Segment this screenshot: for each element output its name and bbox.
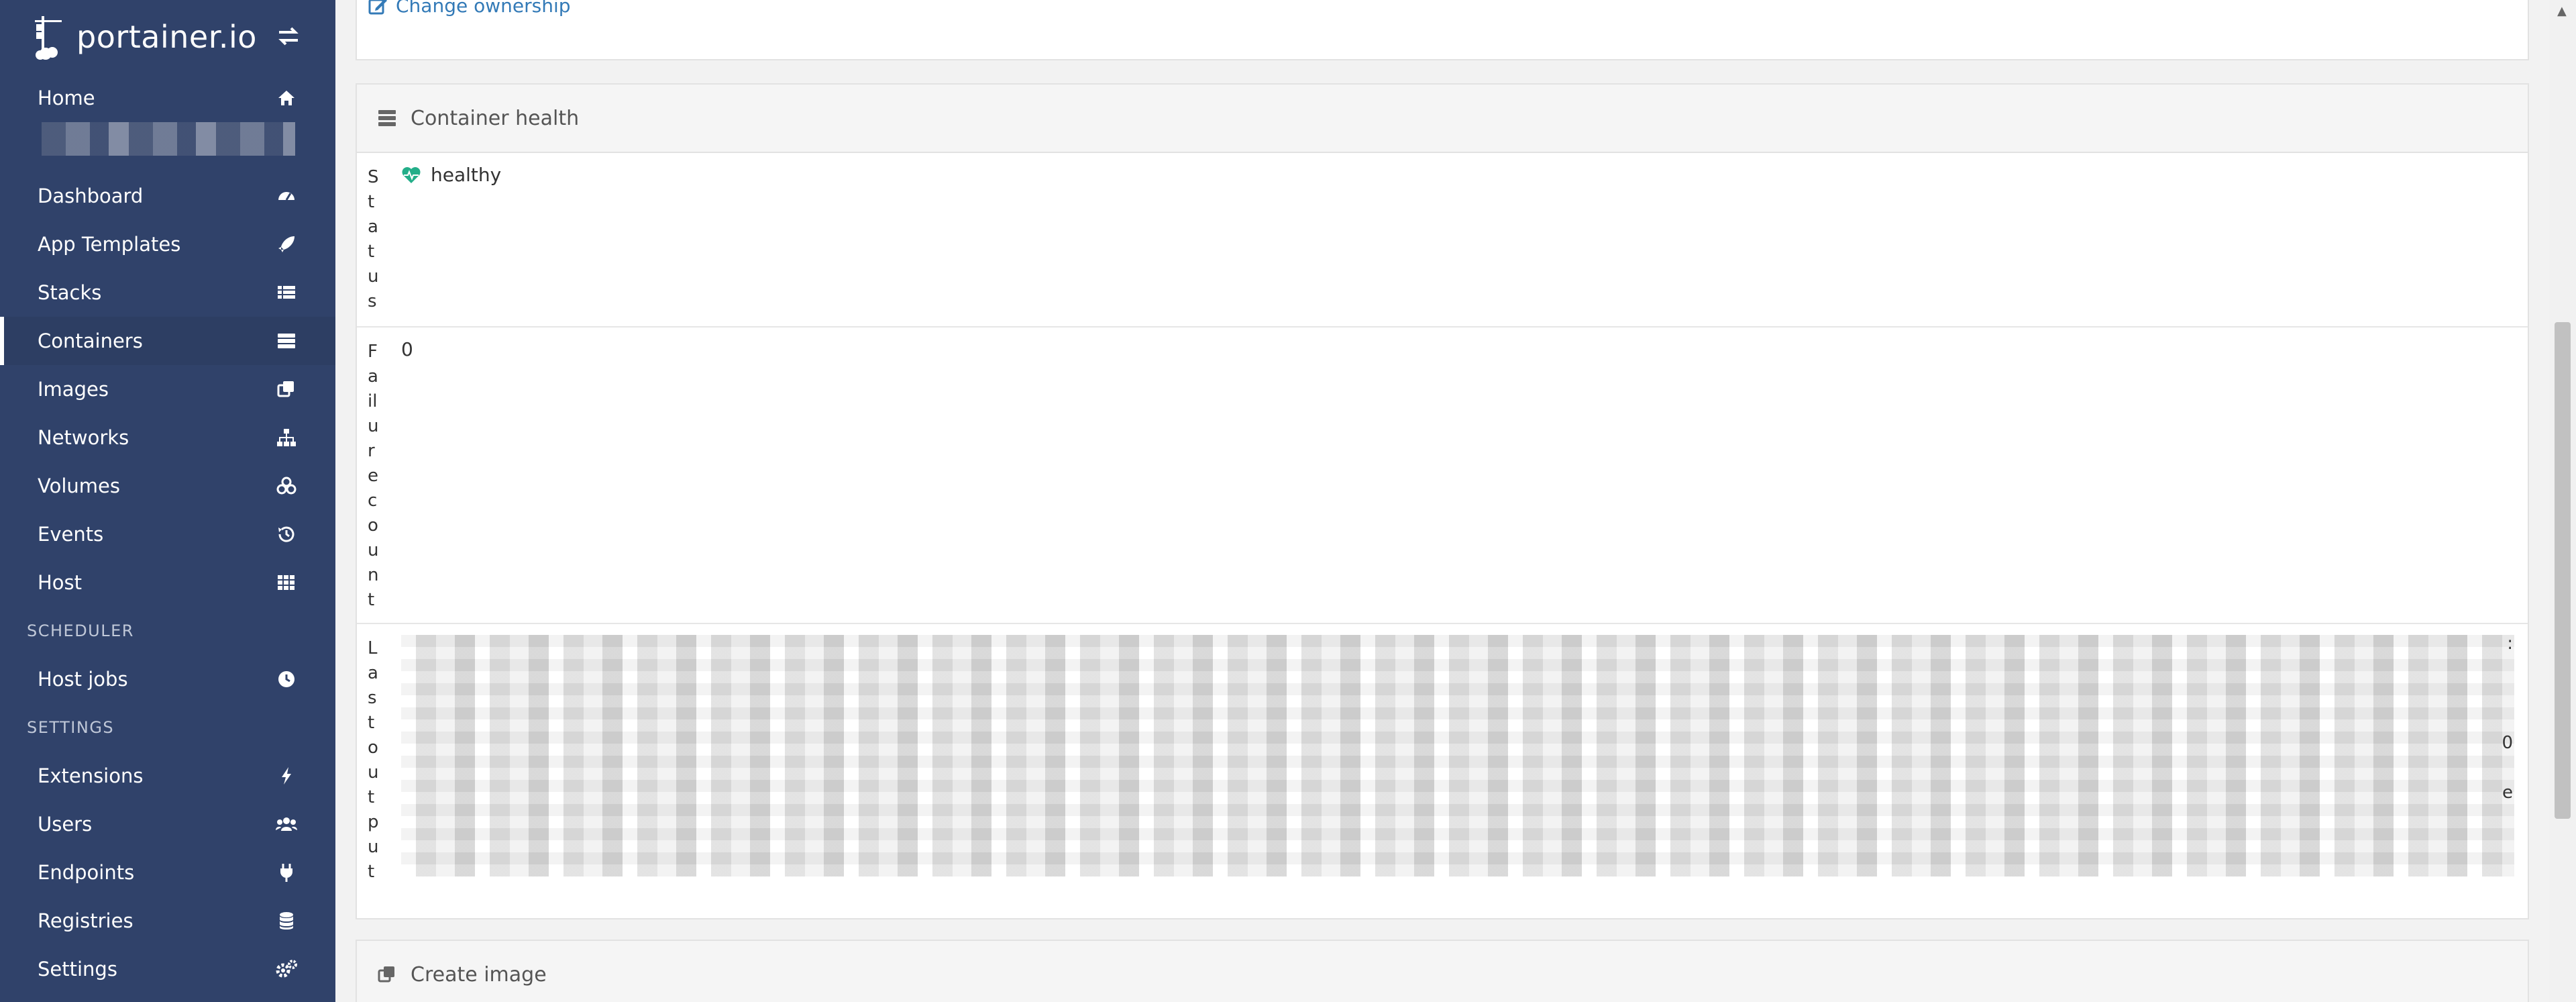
sidebar-item-host-jobs[interactable]: Host jobs: [0, 655, 335, 703]
clock-icon: [275, 668, 298, 691]
home-icon: [275, 87, 298, 109]
edit-icon: [368, 0, 387, 14]
container-health-panel: Container health Status healthy Failure …: [356, 83, 2529, 919]
sidebar-item-settings[interactable]: Settings: [0, 945, 335, 993]
sidebar-item-users[interactable]: Users: [0, 800, 335, 848]
create-image-panel: Create image: [356, 940, 2529, 1002]
access-control-panel: Change ownership: [356, 0, 2529, 60]
sidebar-item-app-templates[interactable]: App Templates: [0, 220, 335, 268]
sidebar-item-label: Host jobs: [38, 668, 128, 691]
sidebar-item-label: Settings: [38, 958, 117, 981]
clone-icon: [378, 966, 394, 983]
sidebar-item-host[interactable]: Host: [0, 558, 335, 607]
output-edge-char: e: [2502, 783, 2513, 803]
th-list-icon: [275, 281, 298, 304]
brand-name: portainer.io: [76, 19, 257, 55]
failure-count-value: 0: [401, 338, 413, 360]
status-value: healthy: [401, 164, 501, 186]
container-health-title: Container health: [411, 106, 580, 130]
section-title-settings: SETTINGS: [27, 718, 115, 737]
server-icon: [378, 110, 396, 126]
sidebar-item-extensions[interactable]: Extensions: [0, 752, 335, 800]
clone-icon: [275, 378, 298, 401]
cubes-icon: [275, 474, 298, 497]
sidebar-item-endpoints[interactable]: Endpoints: [0, 848, 335, 897]
health-status-row: Status healthy: [357, 153, 2528, 328]
database-icon: [275, 909, 298, 932]
sidebar-item-home[interactable]: Home: [0, 74, 335, 122]
th-icon: [275, 571, 298, 594]
sidebar-item-label: Events: [38, 523, 104, 546]
last-output-label: Last output: [368, 638, 379, 882]
output-edge-char: 0: [2502, 733, 2513, 753]
sidebar-item-dashboard[interactable]: Dashboard: [0, 172, 335, 220]
create-image-header[interactable]: Create image: [357, 941, 2528, 1002]
last-output-row: Last output : 0 e: [357, 624, 2528, 919]
sidebar-item-label: Dashboard: [38, 185, 144, 207]
sidebar-item-networks[interactable]: Networks: [0, 413, 335, 462]
users-icon: [275, 813, 298, 836]
last-output-redacted: [401, 635, 2514, 876]
history-icon: [275, 523, 298, 546]
plug-icon: [275, 861, 298, 884]
scrollbar-thumb[interactable]: [2555, 322, 2571, 819]
sitemap-icon: [275, 426, 298, 449]
sidebar-item-label: Users: [38, 813, 93, 836]
toggle-endpoint-icon[interactable]: [275, 23, 302, 50]
sidebar-item-events[interactable]: Events: [0, 510, 335, 558]
create-image-title: Create image: [411, 962, 547, 987]
sidebar-item-images[interactable]: Images: [0, 365, 335, 413]
sidebar-item-registries[interactable]: Registries: [0, 897, 335, 945]
sidebar-item-label: App Templates: [38, 233, 181, 256]
sidebar-item-label: Extensions: [38, 764, 144, 787]
output-edge-char: :: [2507, 634, 2513, 654]
bolt-icon: [275, 764, 298, 787]
sidebar-item-containers[interactable]: Containers: [0, 317, 335, 365]
sidebar-item-label: Networks: [38, 426, 129, 449]
sidebar-item-label: Stacks: [38, 281, 102, 304]
sidebar: portainer.io Home Dashboard App Template…: [0, 0, 335, 1002]
sidebar-item-label: Endpoints: [38, 861, 135, 884]
section-title-scheduler: SCHEDULER: [27, 621, 134, 640]
failure-count-label: Failure count: [368, 342, 379, 610]
main-content: Change ownership Container health Status…: [335, 0, 2576, 1002]
sidebar-item-label: Volumes: [38, 474, 120, 497]
sidebar-item-volumes[interactable]: Volumes: [0, 462, 335, 510]
status-label: Status: [368, 167, 379, 311]
container-health-header: Container health: [357, 85, 2528, 153]
heartbeat-icon: [402, 166, 421, 183]
page-scrollbar[interactable]: ▲: [2549, 0, 2576, 1002]
tachometer-icon: [275, 185, 298, 207]
brand-header: portainer.io: [0, 0, 335, 74]
scroll-up-icon[interactable]: ▲: [2557, 4, 2567, 18]
sidebar-item-label: Registries: [38, 909, 133, 932]
sidebar-item-label: Host: [38, 571, 83, 594]
failure-count-row: Failure count 0: [357, 328, 2528, 624]
endpoint-name-redacted: [42, 122, 295, 156]
sidebar-item-label: Images: [38, 378, 109, 401]
server-icon: [275, 330, 298, 352]
sidebar-item-stacks[interactable]: Stacks: [0, 268, 335, 317]
portainer-logo[interactable]: portainer.io: [32, 13, 257, 60]
sidebar-item-label: Home: [38, 87, 95, 109]
change-ownership-label: Change ownership: [396, 0, 571, 17]
status-text: healthy: [431, 164, 502, 186]
change-ownership-link[interactable]: Change ownership: [368, 0, 571, 17]
rocket-icon: [275, 233, 298, 256]
cogs-icon: [275, 958, 298, 981]
sidebar-item-label: Containers: [38, 330, 143, 352]
portainer-crane-icon: [35, 16, 62, 60]
